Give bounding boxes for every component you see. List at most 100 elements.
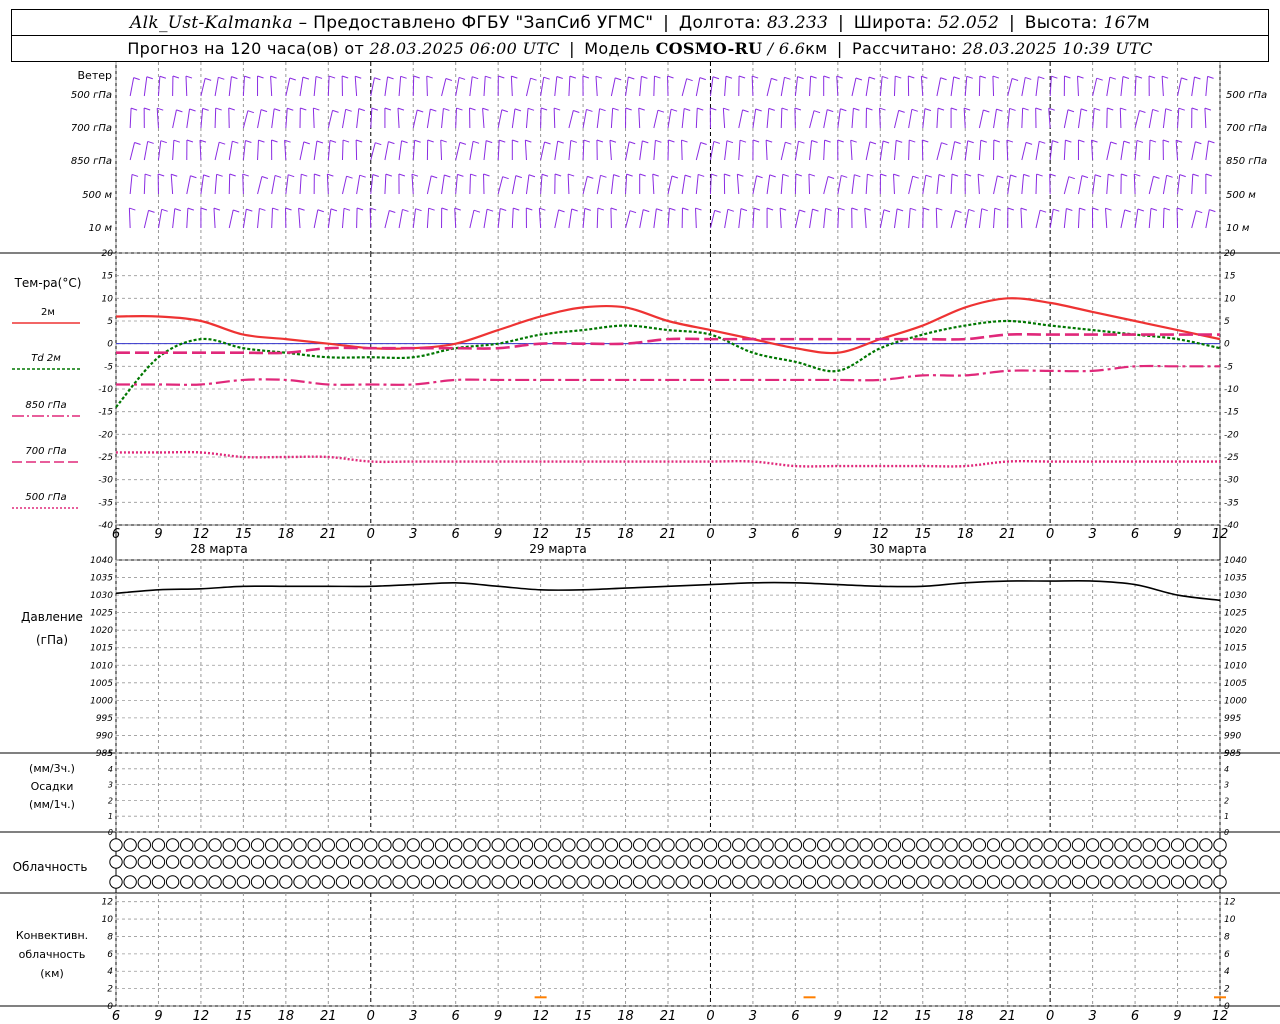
wind-barb <box>327 76 330 97</box>
wind-barb-flag <box>189 108 196 112</box>
wind-barb-flag <box>302 76 310 80</box>
wind-barb <box>667 208 670 229</box>
cloud-circle <box>774 875 788 889</box>
wind-barb <box>752 208 755 229</box>
wind-barb-flag <box>841 174 848 178</box>
wind-barb <box>341 140 344 161</box>
cloud-circle <box>420 875 435 889</box>
precip-tick-right: 3 <box>1224 781 1229 790</box>
wind-barb <box>540 141 546 161</box>
wind-barb-flag <box>980 139 987 143</box>
cloud-circle <box>222 838 236 852</box>
cloud-circle <box>151 855 166 869</box>
wind-barb-flag <box>1208 140 1215 144</box>
wind-barb-flag <box>723 107 730 111</box>
cloud-circle <box>618 875 633 889</box>
cloud-circle <box>477 855 491 869</box>
hour-label: 18 <box>957 527 974 542</box>
cloud-circle <box>222 875 236 889</box>
wind-barb-flag <box>500 208 507 211</box>
cloud-circle <box>434 838 449 852</box>
wind-barb-flag <box>441 207 448 211</box>
wind-barb <box>554 141 559 161</box>
wind-barb <box>1148 208 1152 229</box>
hour-label: 15 <box>235 527 252 542</box>
precip-tick-right: 4 <box>1224 765 1229 774</box>
cloud-circle <box>378 838 392 852</box>
cloud-circle <box>632 875 647 889</box>
hour-label-bottom: 9 <box>834 1009 842 1024</box>
wind-barb-flag <box>742 109 749 113</box>
cloud-circle <box>123 838 137 852</box>
wind-barb <box>1120 76 1124 97</box>
wind-barb <box>893 110 900 129</box>
wind-barb <box>908 109 913 129</box>
wind-barb <box>652 174 655 195</box>
wind-barb-flag <box>597 207 605 211</box>
hour-label-bottom: 21 <box>320 1009 337 1024</box>
cloud-circle <box>717 875 732 889</box>
wind-barb-flag <box>682 207 689 211</box>
hour-label-bottom: 6 <box>791 1009 799 1024</box>
wind-barb-flag <box>981 208 988 212</box>
cloud-circle <box>703 875 718 889</box>
hour-label-bottom: 12 <box>872 1009 889 1024</box>
conv-tick-right: 10 <box>1224 915 1236 925</box>
pressure-tick-right: 1000 <box>1224 696 1247 706</box>
wind-barb <box>596 175 601 195</box>
temp-tick-left: 15 <box>102 272 114 282</box>
wind-barb-flag <box>668 139 675 143</box>
wind-barb <box>709 141 715 161</box>
wind-barb-flag <box>472 140 480 144</box>
wind-barb-flag <box>911 108 918 112</box>
wind-barb-flag <box>374 77 381 81</box>
wind-barb <box>129 174 133 195</box>
wind-barb <box>695 77 701 97</box>
wind-barb-flag <box>725 75 733 79</box>
wind-barb-flag <box>628 76 635 80</box>
cloud-circle <box>1184 875 1199 889</box>
wind-barb-flag <box>1148 75 1156 79</box>
wind-barb-flag <box>1107 107 1114 111</box>
wind-barb-flag <box>567 173 575 177</box>
precip-tick-left: 3 <box>108 781 113 790</box>
wind-barb-flag <box>1194 76 1201 80</box>
cloud-circle <box>236 855 251 869</box>
wind-barb-flag <box>724 173 731 177</box>
cloud-circle <box>151 875 166 889</box>
wind-barb-flag <box>584 207 591 211</box>
wind-barb-flag <box>654 75 661 79</box>
wind-barb-flag <box>428 207 435 211</box>
temp-tick-right: -35 <box>1224 498 1239 508</box>
wind-barb <box>298 208 301 229</box>
cloud-circle <box>802 838 817 852</box>
pressure-tick-right: 1015 <box>1224 644 1247 654</box>
wind-barb-flag <box>1007 207 1015 211</box>
wind-barb <box>780 142 786 161</box>
cloud-circle <box>986 855 1001 869</box>
wind-barb <box>1021 142 1027 161</box>
wind-barb-flag <box>346 175 353 179</box>
temp-title: Тем-ра(°С) <box>14 276 82 290</box>
wind-barb-flag <box>314 173 321 177</box>
wind-barb-flag <box>313 107 320 111</box>
wind-barb-flag <box>882 140 890 144</box>
wind-barb <box>257 208 260 229</box>
wind-barb-flag <box>613 174 620 178</box>
wind-barb <box>823 208 827 229</box>
cloud-circle <box>1213 838 1227 852</box>
wind-barb <box>1007 78 1013 97</box>
wind-barb-flag <box>1079 207 1086 211</box>
wind-barb-flag <box>698 173 705 177</box>
cloud-circle <box>491 838 505 852</box>
wind-barb-flag <box>794 107 802 111</box>
cloud-circle <box>986 875 1001 889</box>
cloud-circle <box>1128 855 1142 869</box>
temp-tick-right: 20 <box>1224 249 1236 259</box>
meteogram-chart: 20 2015 1510 105 50 0-5 -5-10 -10-15 -15-20 -20-2… <box>0 62 1280 1024</box>
wind-barb-flag <box>401 140 408 144</box>
wind-barb-flag <box>938 174 946 177</box>
wind-barb-flag <box>1038 76 1045 80</box>
cloud-circle <box>590 875 604 889</box>
wind-barb-flag <box>1023 173 1030 177</box>
